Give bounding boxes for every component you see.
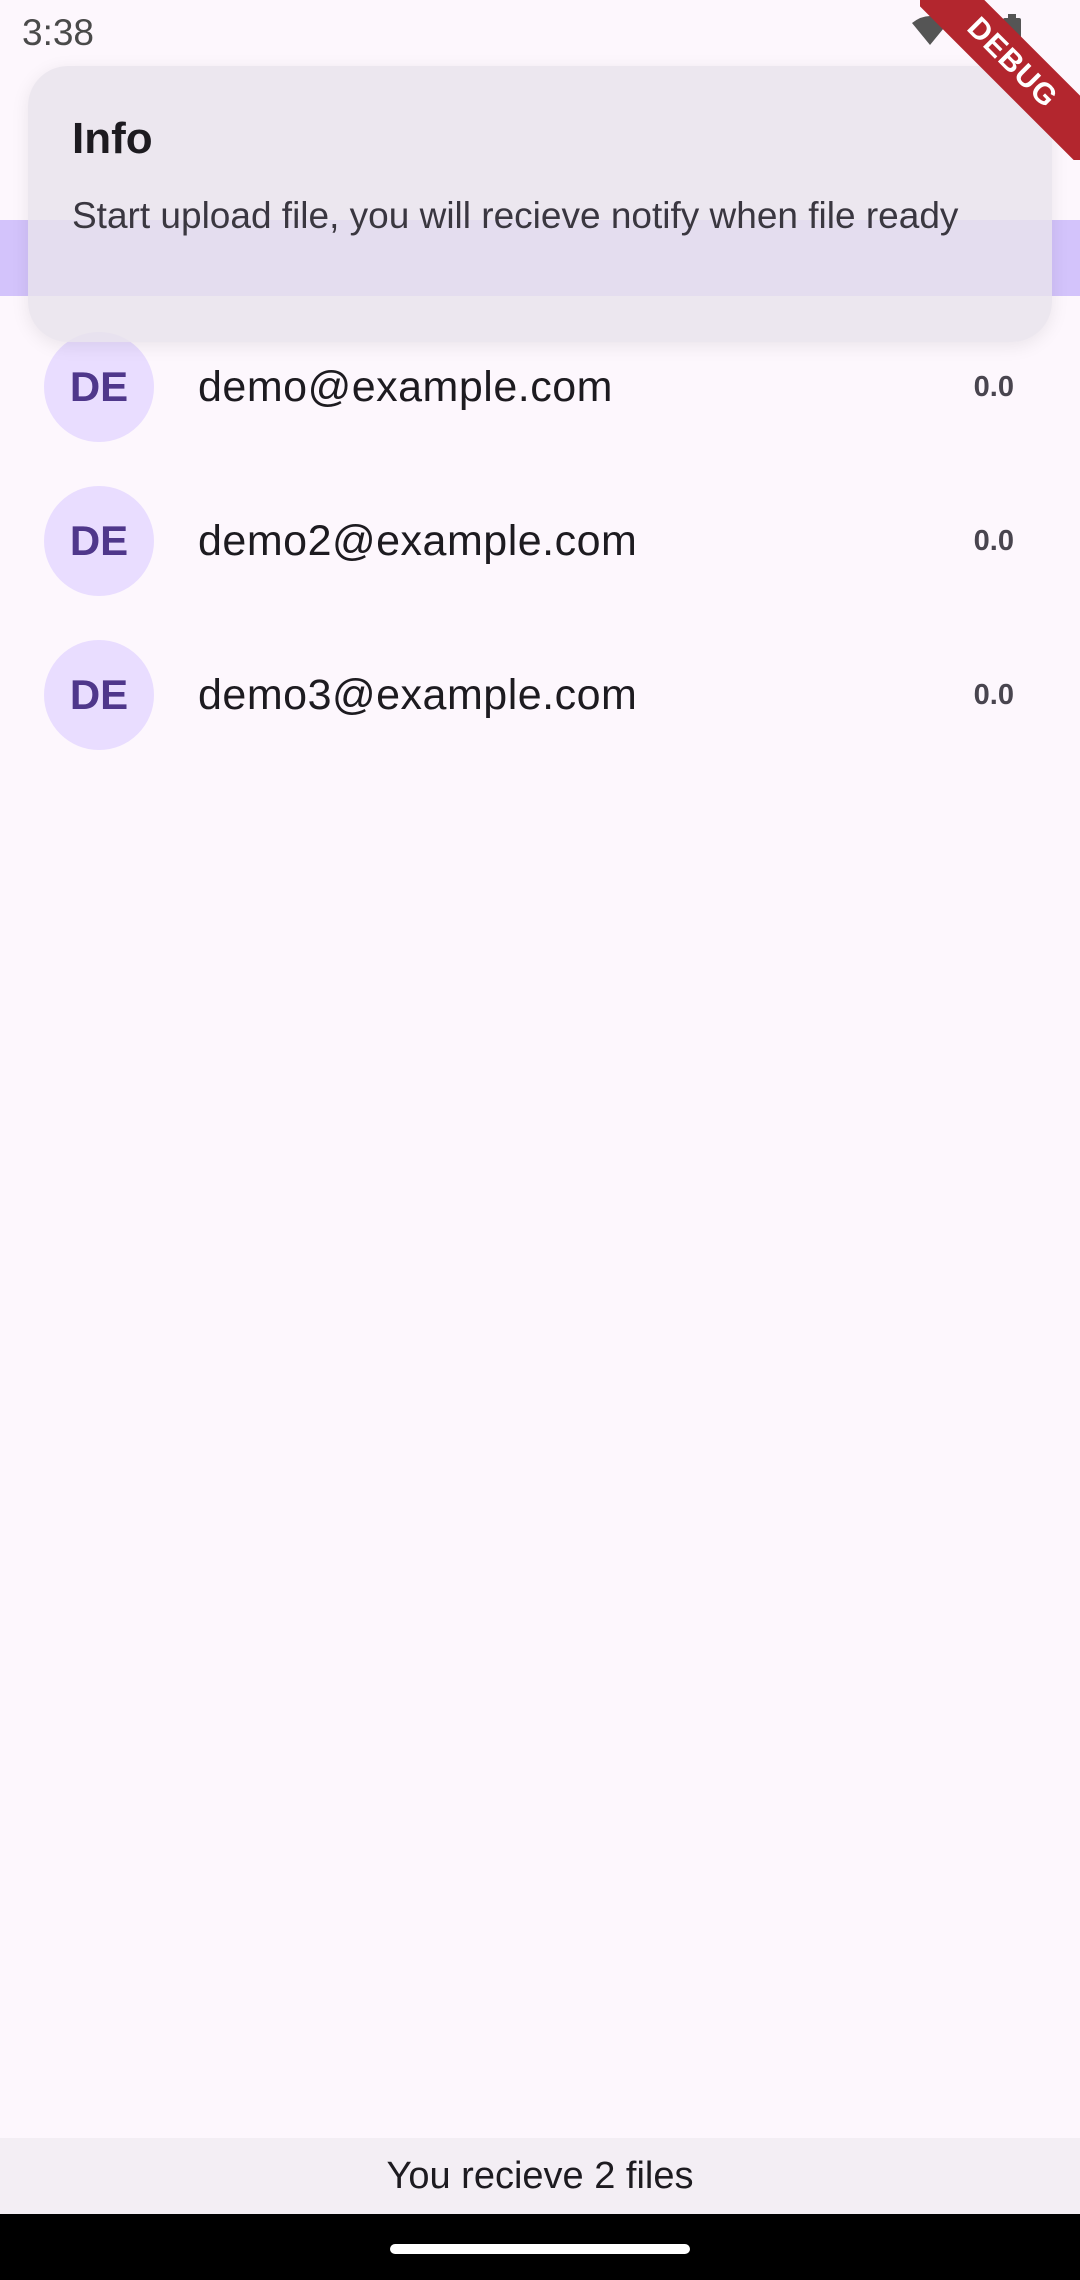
email-label: demo@example.com [198, 362, 613, 411]
email-label: demo3@example.com [198, 670, 638, 719]
email-label: demo2@example.com [198, 516, 638, 565]
amount-value: 0.0 [973, 524, 1014, 557]
avatar: DE [44, 486, 154, 596]
snackbar-message: You recieve 2 files [386, 2154, 694, 2197]
system-nav-bar [0, 2214, 1080, 2280]
list-item[interactable]: DE demo2@example.com 0.0 [0, 464, 1080, 618]
amount-value: 0.0 [973, 370, 1014, 403]
toast-title: Info [72, 114, 153, 163]
status-bar: 3:38 [0, 0, 1080, 66]
status-time: 3:38 [22, 12, 95, 53]
list-item[interactable]: DE demo3@example.com 0.0 [0, 618, 1080, 772]
snackbar: You recieve 2 files [0, 2138, 1080, 2214]
home-indicator[interactable] [390, 2244, 690, 2254]
avatar: DE [44, 332, 154, 442]
toast-message: Start upload file, you will recieve noti… [72, 195, 959, 236]
user-list: DE demo@example.com 0.0 DE demo2@example… [0, 310, 1080, 772]
amount-value: 0.0 [973, 678, 1014, 711]
info-toast[interactable]: Info Start upload file, you will recieve… [28, 66, 1052, 342]
debug-label: DEBUG [920, 0, 1080, 160]
avatar: DE [44, 640, 154, 750]
debug-banner: DEBUG [920, 0, 1080, 160]
